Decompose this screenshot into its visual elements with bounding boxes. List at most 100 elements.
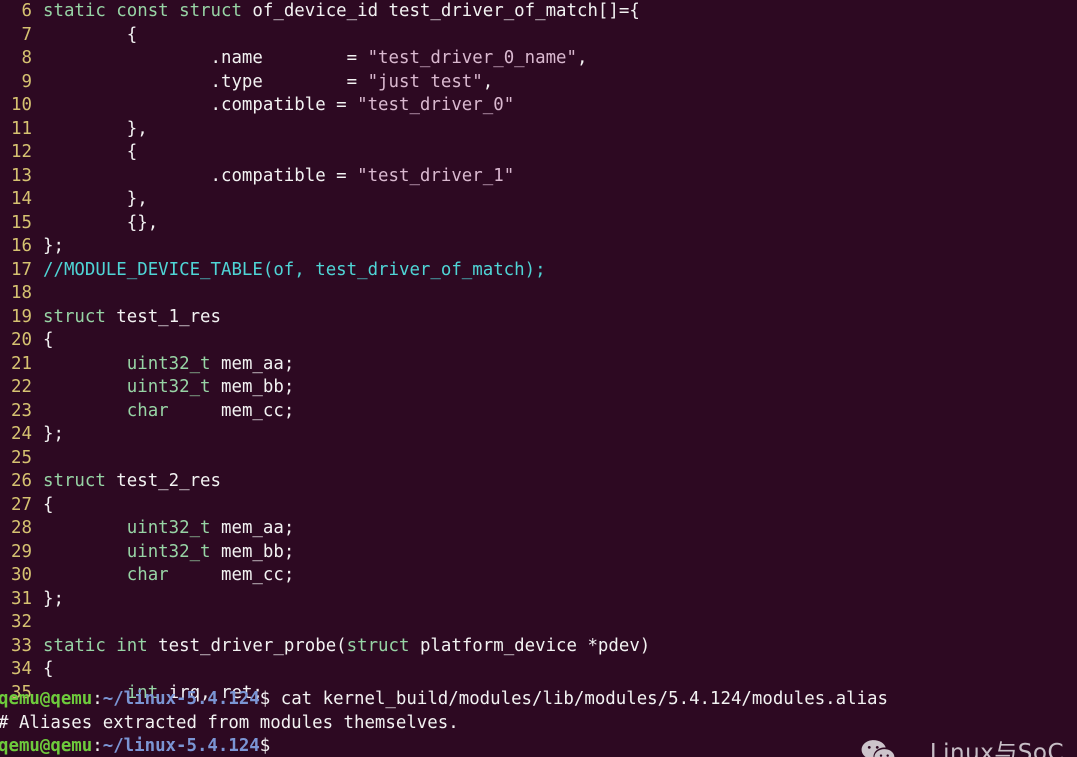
code-line: 26 struct test_2_res (0, 470, 1077, 494)
code-line: 15 {}, (0, 212, 1077, 236)
code-line: 34 { (0, 658, 1077, 682)
line-number: 29 (11, 541, 32, 562)
code-token: }; (43, 236, 64, 256)
code-token: .compatible = (43, 95, 358, 115)
line-number: 17 (11, 259, 32, 280)
code-line: 18 (0, 282, 1077, 306)
shell-prompt-line: qemu@qemu:~/linux-5.4.124$ cat kernel_bu… (0, 688, 1077, 712)
code-listing: 6 static const struct of_device_id test_d… (0, 0, 1077, 705)
code-line: 13 .compatible = "test_driver_1" (0, 165, 1077, 189)
code-line: 9 .type = "just test", (0, 71, 1077, 95)
code-line: 30 char mem_cc; (0, 564, 1077, 588)
code-line: 24}; (0, 423, 1077, 447)
line-number: 8 (21, 48, 32, 68)
line-number: 21 (11, 353, 32, 374)
line-number: 23 (11, 400, 32, 421)
code-line: 31}; (0, 588, 1077, 612)
code-token: , (482, 71, 494, 92)
line-number: 11 (11, 118, 32, 139)
line-number: 15 (11, 212, 32, 233)
code-token: mem_aa; (210, 353, 295, 374)
prompt-dollar: $ (259, 689, 271, 709)
code-token: "test_driver_1" (357, 165, 515, 186)
code-line: 33 static int test_driver_probe(struct pl… (0, 635, 1077, 659)
code-line: 27 { (0, 494, 1077, 518)
code-token: .type = (43, 71, 368, 92)
code-line: 17 //MODULE_DEVICE_TABLE(of, test_driver_… (0, 259, 1077, 283)
code-line: 32 (0, 611, 1077, 635)
prompt-separator: : (92, 689, 103, 709)
code-line: 28 uint32_t mem_aa; (0, 517, 1077, 541)
shell-prompt-line: qemu@qemu:~/linux-5.4.124$ (0, 735, 1077, 757)
code-line: 10 .compatible = "test_driver_0" (0, 94, 1077, 118)
code-token: }, (43, 189, 148, 209)
code-token: of_device_id test_driver_of_match[]={ (241, 1, 640, 21)
code-token: struct (43, 306, 106, 327)
shell-output-line: # Aliases extracted from modules themsel… (0, 712, 1077, 736)
shell-output-text: # Aliases extracted from modules themsel… (0, 712, 459, 733)
line-number: 34 (11, 659, 32, 679)
line-number: 30 (11, 565, 32, 585)
code-token: char (126, 400, 169, 421)
prompt-separator: : (92, 736, 103, 756)
line-number: 9 (21, 71, 32, 92)
code-token: mem_cc; (168, 565, 295, 585)
code-token: uint32_t (126, 353, 211, 374)
code-token: struct (43, 471, 106, 491)
code-line: 19 struct test_1_res (0, 306, 1077, 330)
code-token: test_driver_probe( (147, 635, 347, 656)
line-number: 18 (11, 283, 32, 303)
shell-output: qemu@qemu:~/linux-5.4.124$ cat kernel_bu… (0, 688, 1077, 757)
code-line: 25 (0, 447, 1077, 471)
line-number: 10 (11, 95, 32, 115)
code-line: 23 char mem_cc; (0, 400, 1077, 424)
line-number: 31 (11, 588, 32, 609)
code-token: { (43, 24, 138, 45)
code-line: 11 }, (0, 118, 1077, 142)
line-number: 33 (11, 635, 32, 656)
code-line: 6 static const struct of_device_id test_d… (0, 0, 1077, 24)
code-line: 21 uint32_t mem_aa; (0, 353, 1077, 377)
code-token: "test_driver_0" (357, 95, 515, 115)
code-token: struct (346, 635, 410, 656)
code-token: .name = (43, 48, 368, 68)
line-number: 7 (21, 24, 32, 45)
code-token: { (43, 659, 54, 679)
line-number: 19 (11, 306, 32, 327)
code-token: platform_device *pdev) (409, 635, 651, 656)
line-number: 24 (11, 424, 32, 444)
code-token: }; (43, 424, 64, 444)
prompt-dollar: $ (259, 736, 271, 756)
line-number: 13 (11, 165, 32, 186)
code-token: { (43, 330, 54, 350)
code-line: 29 uint32_t mem_bb; (0, 541, 1077, 565)
line-number: 12 (11, 142, 32, 162)
line-number: 6 (21, 1, 32, 21)
code-token: test_2_res (105, 471, 221, 491)
shell-command[interactable]: cat kernel_build/modules/lib/modules/5.4… (270, 689, 888, 709)
code-token: uint32_t (126, 541, 211, 562)
code-token: mem_aa; (210, 518, 295, 538)
code-token: static const struct (43, 1, 242, 21)
code-token: }; (43, 588, 64, 609)
terminal-window[interactable]: 6 static const struct of_device_id test_d… (0, 0, 1077, 757)
code-line: 20 { (0, 329, 1077, 353)
code-line: 14 }, (0, 188, 1077, 212)
line-number: 32 (11, 612, 32, 632)
code-token: char (126, 565, 169, 585)
code-line: 22 uint32_t mem_bb; (0, 376, 1077, 400)
code-token: { (43, 494, 54, 515)
line-number: 28 (11, 518, 32, 538)
code-line: 16}; (0, 235, 1077, 259)
line-number: 20 (11, 330, 32, 350)
code-token: , (576, 48, 588, 68)
code-token: uint32_t (126, 518, 211, 538)
prompt-path: ~/linux-5.4.124 (102, 736, 260, 756)
prompt-path: ~/linux-5.4.124 (102, 689, 260, 709)
